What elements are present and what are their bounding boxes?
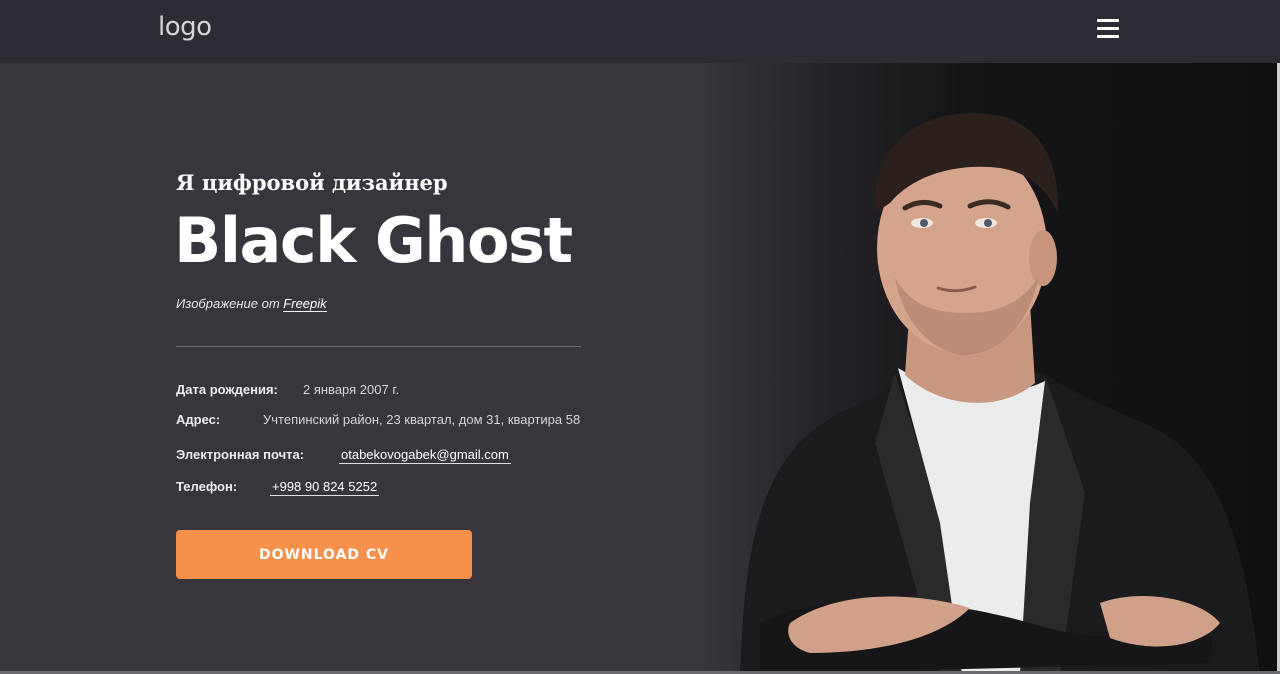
page: logo Я цифровой дизайнер Black Ghost Изо… — [0, 0, 1280, 674]
hero-subtitle: Я цифровой дизайнер — [176, 170, 448, 195]
phone-value-wrapper: +998 90 824 5252 — [270, 479, 380, 496]
phone-label: Телефон: — [176, 479, 238, 494]
phone-link[interactable]: +998 90 824 5252 — [270, 479, 380, 496]
email-label: Электронная почта: — [176, 447, 305, 462]
email-value-wrapper: otabekovogabek@gmail.com — [339, 447, 511, 464]
download-cv-button[interactable]: DOWNLOAD CV — [176, 530, 472, 579]
hero-name: Black Ghost — [174, 204, 573, 277]
portrait-photo — [700, 63, 1280, 674]
hamburger-menu-icon[interactable] — [1097, 19, 1121, 39]
credit-prefix: Изображение от — [176, 296, 280, 311]
freepik-link[interactable]: Freepik — [283, 296, 327, 312]
hero-section: Я цифровой дизайнер Black Ghost Изображе… — [0, 63, 1280, 674]
image-credit: Изображение от Freepik — [176, 296, 327, 312]
address-value: Учтепинский район, 23 квартал, дом 31, к… — [263, 412, 581, 427]
site-logo[interactable]: logo — [158, 12, 212, 42]
man-portrait-illustration — [740, 113, 1260, 674]
divider — [176, 346, 581, 347]
birth-label: Дата рождения: — [176, 382, 278, 397]
address-label: Адрес: — [176, 412, 221, 427]
email-link[interactable]: otabekovogabek@gmail.com — [339, 447, 511, 464]
birth-value: 2 января 2007 г. — [303, 382, 400, 397]
site-header: logo — [0, 0, 1280, 63]
